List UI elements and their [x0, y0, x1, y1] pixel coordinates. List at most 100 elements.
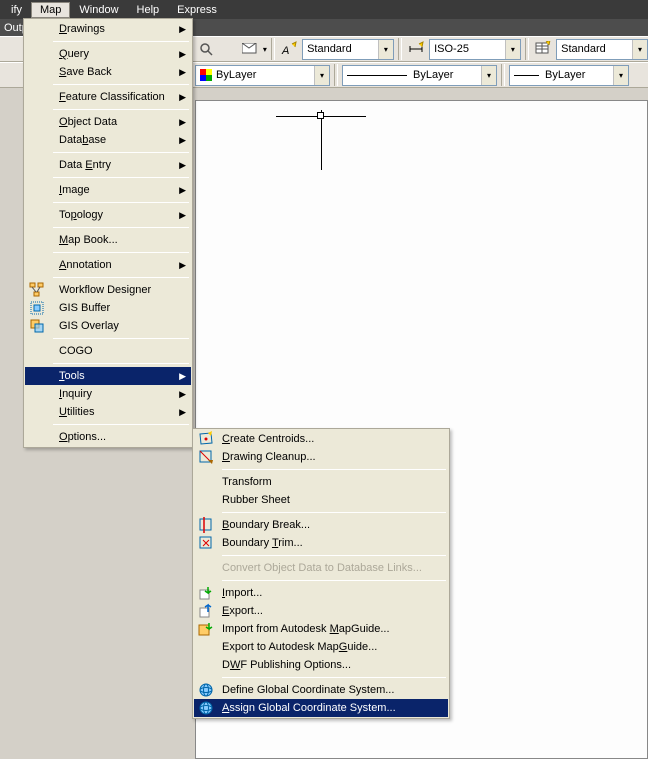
menu-item-map[interactable]: Map: [31, 2, 70, 18]
menu-item-transform[interactable]: Transform: [194, 473, 448, 491]
menu-item-label: Assign Global Coordinate System...: [218, 702, 396, 714]
menu-item-label: Utilities: [53, 406, 94, 418]
submenu-arrow-icon: ▶: [179, 260, 186, 271]
menu-item-annotation[interactable]: Annotation▶: [25, 256, 191, 274]
dropdown-arrow-icon[interactable]: ▾: [314, 66, 329, 85]
menu-item-feature-classification[interactable]: Feature Classification▶: [25, 88, 191, 106]
menu-item-cogo[interactable]: COGO: [25, 342, 191, 360]
table-style-icon[interactable]: [533, 38, 554, 60]
menu-item-export-to-autodesk-mapguide[interactable]: Export to Autodesk MapGuide...: [194, 638, 448, 656]
menu-item-import-from-autodesk-mapguide[interactable]: Import from Autodesk MapGuide...: [194, 620, 448, 638]
menu-item-gis-buffer[interactable]: GIS Buffer: [25, 299, 191, 317]
svg-text:A: A: [281, 45, 289, 57]
menu-item-drawings[interactable]: Drawings▶: [25, 20, 191, 38]
menu-item-label: Create Centroids...: [218, 433, 314, 445]
menu-item-boundary-break[interactable]: Boundary Break...: [194, 516, 448, 534]
blank-icon: [196, 473, 216, 491]
buffer-icon: [29, 300, 47, 316]
menu-item-label: COGO: [53, 345, 93, 357]
menu-item-import[interactable]: Import...: [194, 584, 448, 602]
menu-item-define-global-coordinate-system[interactable]: Define Global Coordinate System...: [194, 681, 448, 699]
lineweight-combo[interactable]: ByLayer ▾: [509, 65, 629, 86]
submenu-arrow-icon: ▶: [179, 117, 186, 128]
menu-separator: [53, 363, 189, 364]
menu-separator: [53, 41, 189, 42]
menu-item-query[interactable]: Query▶: [25, 45, 191, 63]
menu-separator: [222, 512, 446, 513]
menu-separator: [53, 277, 189, 278]
text-style-value: Standard: [307, 43, 352, 55]
mgimport-icon: [196, 620, 216, 638]
menu-item-label: Transform: [218, 476, 272, 488]
dim-style-icon[interactable]: [406, 38, 427, 60]
search-icon[interactable]: [195, 38, 216, 60]
menu-separator: [53, 202, 189, 203]
linetype-combo[interactable]: ByLayer ▾: [342, 65, 497, 86]
dim-style-value: ISO-25: [434, 43, 469, 55]
globe-icon: [196, 699, 216, 717]
menu-item-dwf-publishing-options[interactable]: DWF Publishing Options...: [194, 656, 448, 674]
menu-item-label: GIS Buffer: [53, 302, 110, 314]
menu-item-label: Feature Classification: [53, 91, 165, 103]
menu-item-workflow-designer[interactable]: Workflow Designer: [25, 281, 191, 299]
table-style-value: Standard: [561, 43, 606, 55]
menu-item-gis-overlay[interactable]: GIS Overlay: [25, 317, 191, 335]
menu-item-label: Inquiry: [53, 388, 92, 400]
dropdown-arrow-icon[interactable]: ▾: [481, 66, 496, 85]
menu-item-label: Database: [53, 134, 106, 146]
submenu-arrow-icon: ▶: [179, 389, 186, 400]
color-value: ByLayer: [216, 69, 256, 81]
mail-icon[interactable]: [240, 38, 261, 60]
text-style-combo[interactable]: Standard ▾: [302, 39, 394, 60]
linetype-value: ByLayer: [413, 69, 453, 81]
toolbar-separator: [334, 64, 338, 86]
globe-icon: [196, 681, 216, 699]
export-icon: [196, 602, 216, 620]
submenu-arrow-icon: ▶: [179, 371, 186, 382]
menu-separator: [222, 469, 446, 470]
menu-item-image[interactable]: Image▶: [25, 181, 191, 199]
menu-separator: [53, 177, 189, 178]
menu-item-utilities[interactable]: Utilities ▶: [25, 403, 191, 421]
menu-item-assign-global-coordinate-system[interactable]: Assign Global Coordinate System...: [194, 699, 448, 717]
menu-item-export[interactable]: Export...: [194, 602, 448, 620]
menu-separator: [53, 109, 189, 110]
menu-item-data-entry[interactable]: Data Entry▶: [25, 156, 191, 174]
toolbar-separator: [271, 38, 275, 60]
menu-item-options[interactable]: Options...: [25, 428, 191, 446]
line-sample-icon: [347, 75, 407, 76]
text-style-icon[interactable]: A: [279, 38, 300, 60]
menu-item-rubber-sheet[interactable]: Rubber Sheet: [194, 491, 448, 509]
dropdown-arrow-icon[interactable]: ▾: [505, 40, 520, 59]
dropdown-arrow-icon[interactable]: ▾: [632, 40, 647, 59]
menu-item-label: Object Data: [53, 116, 117, 128]
dropdown-arrow-icon[interactable]: ▾: [378, 40, 393, 59]
menu-item-inquiry[interactable]: Inquiry ▶: [25, 385, 191, 403]
menu-separator: [53, 338, 189, 339]
menu-item-topology[interactable]: Topology▶: [25, 206, 191, 224]
submenu-arrow-icon: ▶: [179, 407, 186, 418]
menu-item-help[interactable]: Help: [128, 2, 169, 18]
menu-item-save-back[interactable]: Save Back▶: [25, 63, 191, 81]
color-combo[interactable]: ByLayer ▾: [195, 65, 330, 86]
menu-separator: [222, 677, 446, 678]
menu-item-label: Boundary Break...: [218, 519, 310, 531]
menu-item-map-book[interactable]: Map Book...: [25, 231, 191, 249]
menu-item-create-centroids[interactable]: Create Centroids...: [194, 430, 448, 448]
menu-item-express[interactable]: Express: [168, 2, 226, 18]
toolbar-separator: [501, 64, 505, 86]
menu-item-label: Rubber Sheet: [218, 494, 290, 506]
menu-item-object-data[interactable]: Object Data ▶: [25, 113, 191, 131]
menu-item-drawing-cleanup[interactable]: Drawing Cleanup...: [194, 448, 448, 466]
dropdown-arrow-icon[interactable]: ▾: [613, 66, 628, 85]
menu-item-label: Import...: [218, 587, 262, 599]
menu-item-label: Topology: [53, 209, 103, 221]
menu-item-boundary-trim[interactable]: Boundary Trim...: [194, 534, 448, 552]
menu-item-modify[interactable]: ify: [2, 2, 31, 18]
submenu-arrow-icon: ▶: [179, 185, 186, 196]
menu-item-tools[interactable]: Tools▶: [25, 367, 191, 385]
dim-style-combo[interactable]: ISO-25 ▾: [429, 39, 521, 60]
table-style-combo[interactable]: Standard ▾: [556, 39, 648, 60]
menu-item-database[interactable]: Database▶: [25, 131, 191, 149]
menu-item-window[interactable]: Window: [70, 2, 127, 18]
